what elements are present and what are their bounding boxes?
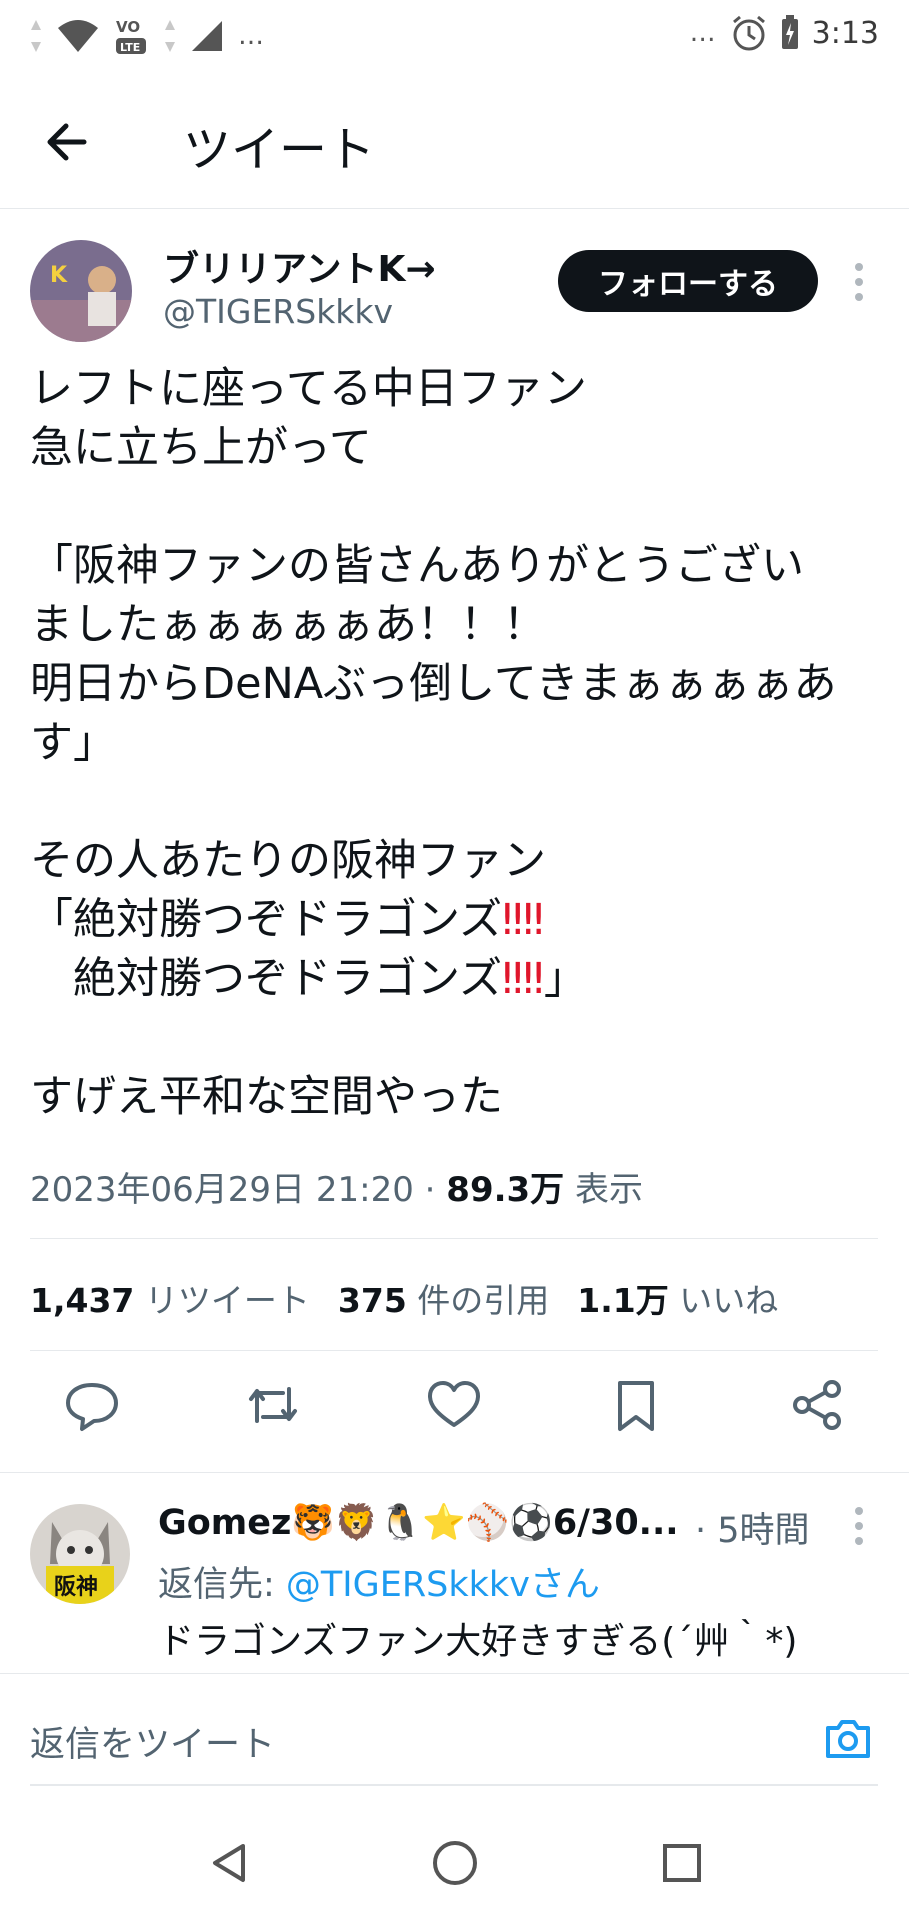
status-right: … 3:13: [690, 14, 879, 52]
reply-author-avatar[interactable]: 阪神: [30, 1504, 130, 1604]
tweet-stats: 1,437 リツイート 375 件の引用 1.1万 いいね: [30, 1274, 778, 1322]
nav-back-icon[interactable]: [205, 1838, 255, 1888]
divider: [30, 1784, 878, 1786]
nav-home-icon[interactable]: [430, 1838, 480, 1888]
tweet-line: [30, 1009, 890, 1068]
closing-bracket: 」: [543, 954, 587, 1004]
tweet-line-text: 絶対勝つぞドラゴンズ: [30, 954, 503, 1004]
more-options-icon[interactable]: [852, 262, 866, 302]
reply-text: ドラゴンズファン大好きすぎる(´艸｀*): [158, 1621, 798, 1662]
retweet-icon[interactable]: [243, 1375, 303, 1435]
quotes-stat[interactable]: 375 件の引用: [338, 1281, 549, 1320]
clock: 3:13: [811, 15, 879, 51]
double-exclamation-emoji: ‼: [502, 954, 524, 1004]
more-status-icon: …: [238, 21, 266, 51]
tweet-text: レフトに座ってる中日ファン 急に立ち上がって「阪神ファンの皆さんありがとうございま…: [30, 360, 890, 1127]
svg-text:VO: VO: [116, 18, 140, 36]
system-nav-bar: [0, 1800, 909, 1920]
double-exclamation-emoji: ‼: [523, 954, 544, 1004]
tweet-timestamp[interactable]: 2023年06月29日 21:20: [30, 1170, 414, 1210]
tweet-line: レフトに座ってる中日ファン: [30, 364, 587, 414]
double-exclamation-emoji: ‼: [502, 895, 524, 945]
divider: [0, 1472, 909, 1473]
tweet-meta: 2023年06月29日 21:20 · 89.3万 表示: [30, 1162, 643, 1211]
views-label: 表示: [575, 1170, 643, 1210]
author-name[interactable]: ブリリアントK→: [163, 240, 436, 292]
tweet-line-text: 「絶対勝つぞドラゴンズ: [30, 895, 503, 945]
retweets-count: 1,437: [30, 1281, 135, 1320]
tweet-line: [30, 478, 890, 537]
double-exclamation-emoji: ‼: [523, 895, 544, 945]
reply-to: 返信先: @TIGERSkkkvさん: [158, 1556, 600, 1607]
reply-icon[interactable]: [62, 1375, 122, 1435]
alarm-icon: [732, 15, 765, 51]
tweet-line: すげえ平和な空間やった: [30, 1072, 503, 1122]
battery-charging-icon: [781, 15, 798, 49]
likes-count: 1.1万: [577, 1281, 669, 1320]
retweets-label: リツイート: [144, 1281, 310, 1320]
status-left: VO LTE …: [30, 14, 266, 58]
divider: [30, 1238, 878, 1239]
author-handle[interactable]: @TIGERSkkkv: [163, 292, 393, 331]
reply-more-options-icon[interactable]: [852, 1506, 866, 1546]
signal-arrows-icon: [31, 20, 41, 52]
wifi-icon: [58, 20, 98, 52]
volte-icon: VO LTE: [116, 18, 146, 54]
meta-separator: ·: [424, 1170, 436, 1210]
quotes-count: 375: [337, 1281, 407, 1320]
reply-author-name[interactable]: Gomez🐯🦁🐧⭐⚾⚽6/30...: [158, 1502, 679, 1543]
follow-button[interactable]: フォローする: [558, 250, 818, 312]
svg-text:LTE: LTE: [120, 41, 140, 54]
tweet-line-with-emoji: 絶対勝つぞドラゴンズ‼‼」: [30, 950, 890, 1009]
nav-recents-icon[interactable]: [657, 1838, 707, 1888]
signal-arrows-icon: [165, 20, 175, 52]
tweet-line: 明日からDeNAぶっ倒してきまぁぁぁぁあ: [30, 659, 837, 709]
svg-text:K: K: [50, 263, 68, 288]
reply-time: · 5時間: [695, 1511, 810, 1551]
tweet-action-bar: [0, 1375, 909, 1447]
likes-label: いいね: [679, 1281, 779, 1320]
reply-input[interactable]: 返信をツイート: [30, 1716, 275, 1767]
status-bar: VO LTE … … 3:13: [0, 0, 909, 72]
likes-stat[interactable]: 1.1万 いいね: [577, 1281, 778, 1320]
page-title: ツイート: [183, 122, 376, 178]
camera-icon[interactable]: [822, 1712, 874, 1764]
tweet-line: ましたぁぁぁぁぁあ！！！: [30, 600, 546, 650]
app-header: ツイート: [0, 72, 909, 209]
reply-to-prefix: 返信先:: [158, 1565, 286, 1605]
author-avatar[interactable]: K: [30, 240, 132, 342]
bookmark-icon[interactable]: [606, 1375, 666, 1435]
quotes-label: 件の引用: [417, 1281, 550, 1320]
like-icon[interactable]: [424, 1375, 484, 1435]
tweet-line: 「阪神ファンの皆さんありがとうござい: [30, 541, 804, 591]
back-arrow-icon[interactable]: [40, 112, 100, 172]
share-icon[interactable]: [788, 1375, 848, 1435]
svg-text:阪神: 阪神: [54, 1574, 98, 1600]
tweet-line: [30, 773, 890, 832]
views-count: 89.3万: [446, 1170, 565, 1210]
tweet-line-with-emoji: 「絶対勝つぞドラゴンズ‼‼: [30, 891, 890, 950]
divider: [30, 1350, 878, 1351]
reply-to-handle[interactable]: @TIGERSkkkvさん: [286, 1565, 600, 1605]
tweet-line: 急に立ち上がって: [30, 423, 372, 473]
retweets-stat[interactable]: 1,437 リツイート: [30, 1281, 310, 1320]
cell-signal-icon: [192, 21, 222, 51]
divider: [0, 1673, 909, 1674]
tweet-line: その人あたりの阪神ファン: [30, 836, 546, 886]
more-status-icon: …: [689, 18, 718, 48]
tweet-line: す」: [30, 718, 116, 768]
